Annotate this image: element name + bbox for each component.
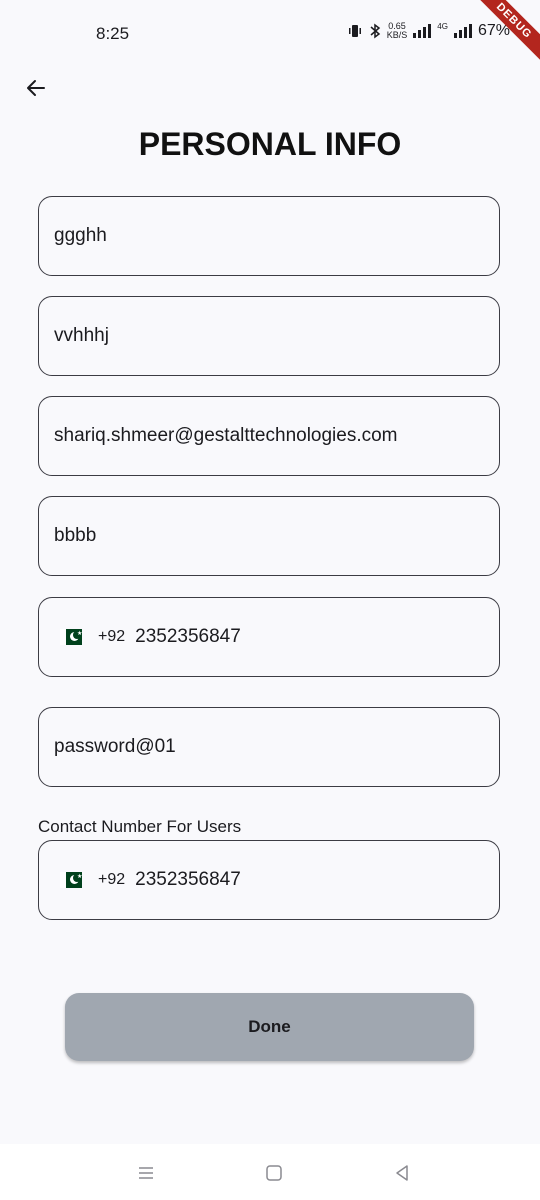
network-type: 4G — [437, 22, 448, 31]
contact-phone-field[interactable]: ★ +92 2352356847 — [38, 840, 500, 920]
net-speed: 0.65 KB/S — [387, 22, 408, 40]
email-value: shariq.shmeer@gestalttechnologies.com — [54, 425, 398, 446]
system-nav-bar — [0, 1144, 540, 1200]
password-value: password@01 — [54, 736, 176, 757]
signal-icon — [413, 24, 432, 38]
status-icons: 0.65 KB/S 4G 67% — [347, 22, 510, 40]
first-name-field[interactable]: ggghh — [38, 196, 500, 276]
status-bar: 8:25 0.65 KB/S 4G 67% — [0, 0, 540, 64]
contact-phone-number-value: 2352356847 — [135, 869, 241, 890]
bluetooth-icon — [370, 23, 380, 39]
menu-nav-button[interactable] — [131, 1158, 161, 1188]
home-square-icon — [266, 1165, 282, 1181]
home-nav-button[interactable] — [259, 1158, 289, 1188]
back-nav-button[interactable] — [387, 1158, 417, 1188]
company-value: bbbb — [54, 525, 97, 546]
last-name-field[interactable]: vvhhhj — [38, 296, 500, 376]
signal-icon-2 — [453, 24, 472, 38]
phone-dial-code[interactable]: +92 — [98, 628, 125, 646]
page-title: PERSONAL INFO — [138, 126, 402, 162]
vibrate-icon — [348, 25, 361, 37]
net-speed-unit: KB/S — [386, 30, 408, 40]
last-name-value: vvhhhj — [54, 325, 109, 346]
email-field[interactable]: shariq.shmeer@gestalttechnologies.com — [38, 396, 500, 476]
contact-number-label: Contact Number For Users — [38, 817, 242, 836]
pakistan-flag-icon[interactable]: ★ — [60, 629, 82, 645]
contact-dial-code[interactable]: +92 — [98, 871, 125, 889]
password-field[interactable]: password@01 — [38, 707, 500, 787]
arrow-left-icon — [27, 80, 45, 96]
phone-field[interactable]: ★ +92 2352356847 — [38, 597, 500, 677]
company-field[interactable]: bbbb — [38, 496, 500, 576]
first-name-value: ggghh — [54, 225, 107, 246]
pakistan-flag-icon[interactable]: ★ — [60, 872, 82, 888]
done-button-label: Done — [248, 1017, 291, 1036]
menu-icon — [139, 1167, 153, 1179]
back-triangle-icon — [396, 1165, 408, 1181]
done-button[interactable]: Done — [65, 993, 474, 1061]
phone-number-value: 2352356847 — [135, 626, 241, 647]
status-time: 8:25 — [96, 24, 130, 43]
back-button[interactable] — [18, 70, 54, 106]
